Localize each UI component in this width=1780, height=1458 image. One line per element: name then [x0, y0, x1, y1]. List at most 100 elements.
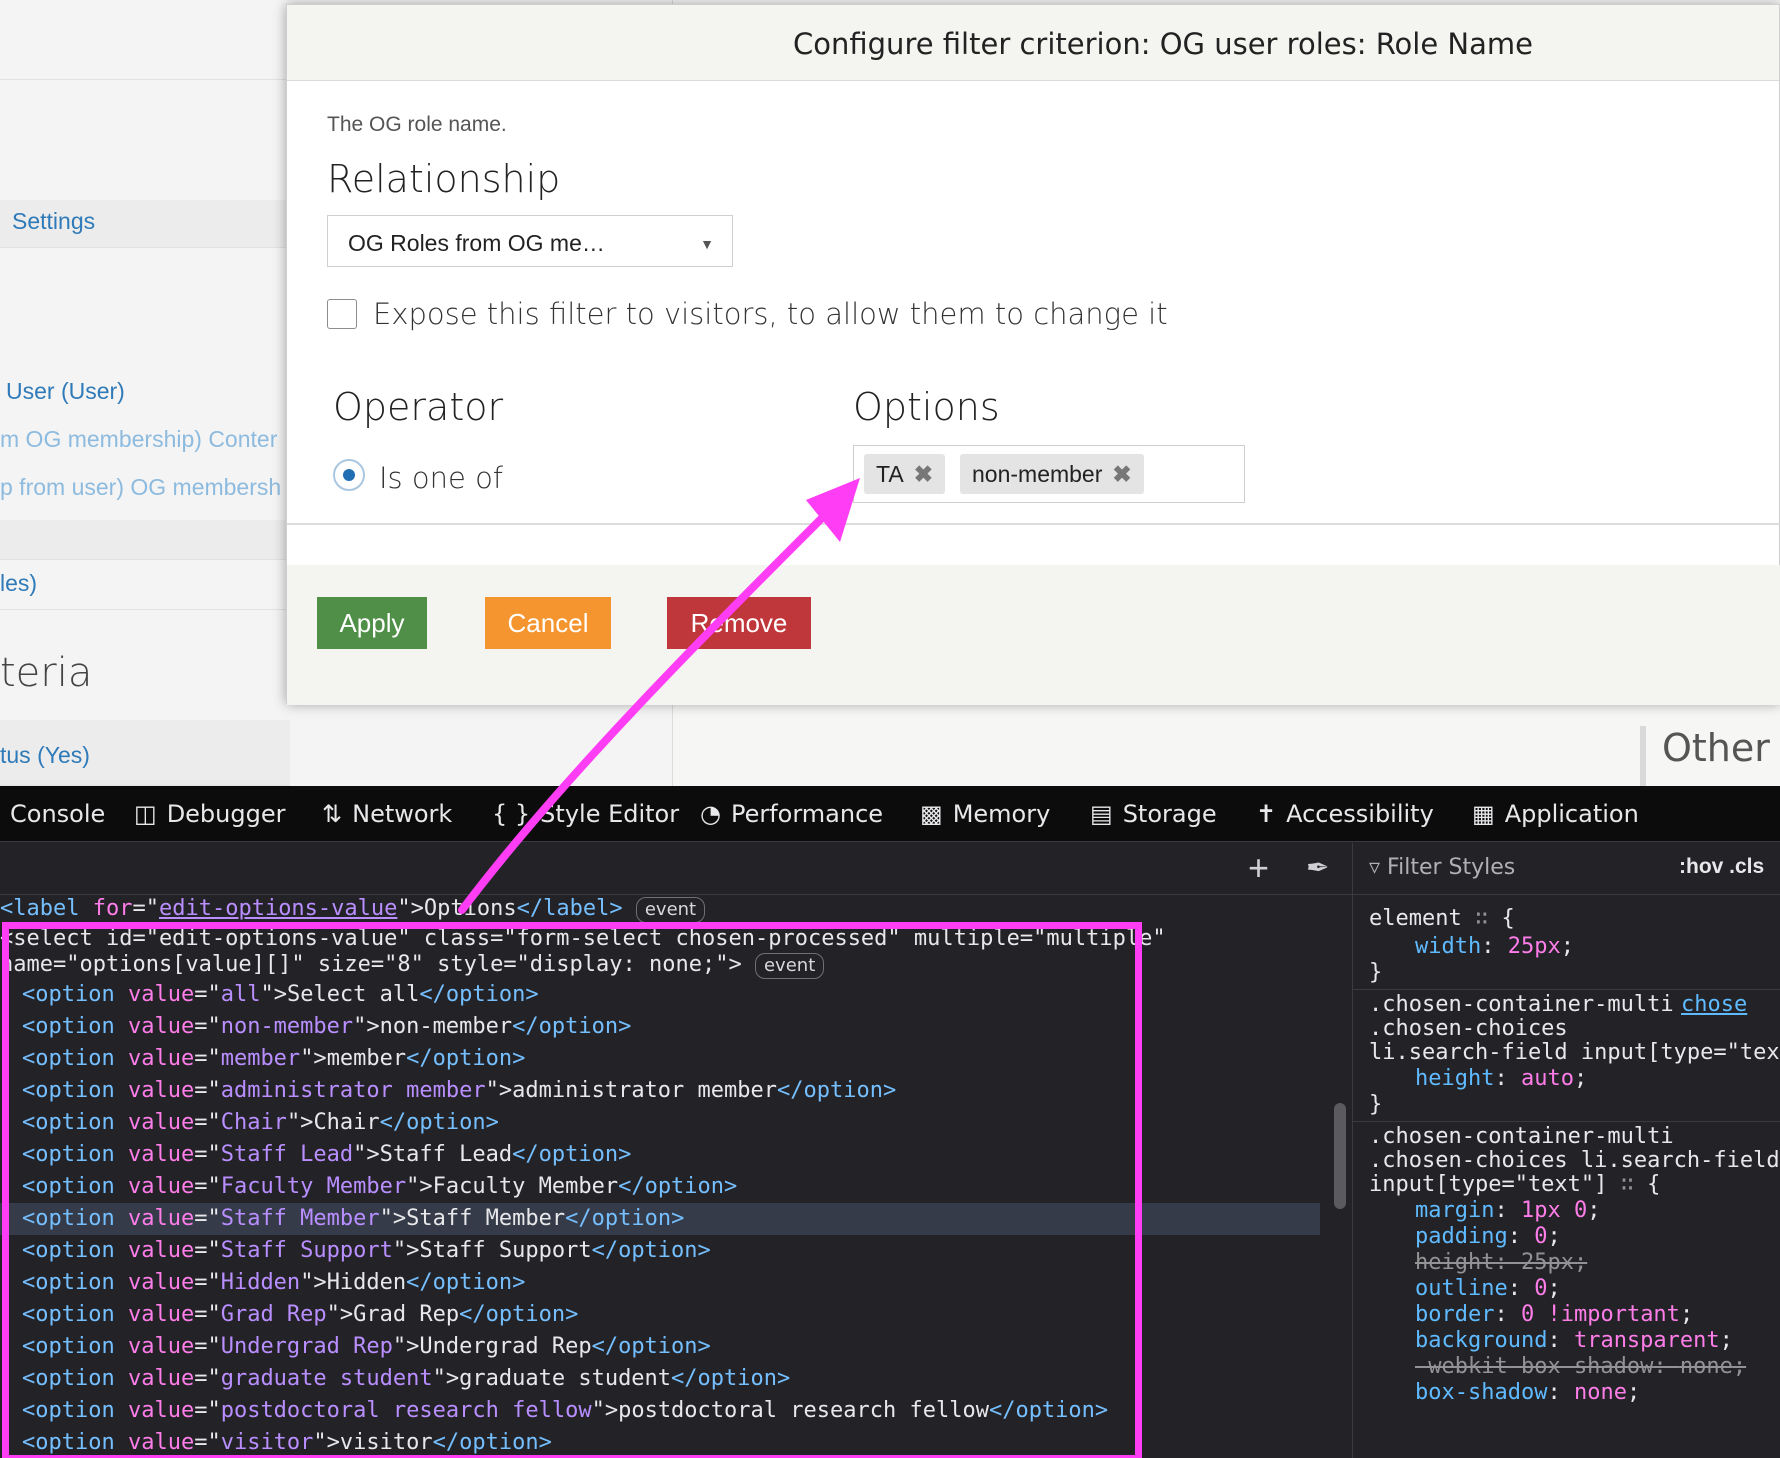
bg-link-settings[interactable]: Settings: [12, 208, 95, 235]
filter-styles-input[interactable]: ▿ Filter Styles: [1369, 855, 1515, 880]
options-multiselect[interactable]: TA ✖ non-member ✖: [853, 445, 1245, 503]
add-node-icon[interactable]: +: [1248, 847, 1269, 889]
annotation-highlight-box: [2, 922, 1142, 1458]
tab-label: Style Editor: [540, 800, 680, 828]
cancel-button[interactable]: Cancel: [485, 597, 611, 649]
style-editor-icon: { }: [492, 800, 531, 828]
rule-declaration[interactable]: box-shadow: none;: [1415, 1379, 1640, 1407]
debugger-icon: ◫: [134, 800, 157, 828]
bg-link-roles[interactable]: les): [0, 570, 37, 597]
tab-label: Debugger: [166, 800, 286, 828]
expose-filter-label[interactable]: Expose this filter to visitors, to allow…: [373, 297, 1168, 331]
tab-storage[interactable]: ▤ Storage: [1090, 786, 1217, 842]
markup-label-line[interactable]: <label for="edit-options-value">Options<…: [0, 895, 706, 923]
relationship-select[interactable]: OG Roles from OG me… ▼: [327, 215, 733, 267]
hov-cls-toggle[interactable]: :hov .cls: [1679, 855, 1764, 879]
background-row: [0, 0, 290, 80]
rule-declaration[interactable]: height: 25px;: [1415, 1249, 1587, 1277]
eyedropper-icon[interactable]: ✒: [1306, 851, 1329, 884]
options-label: Options: [853, 385, 1000, 429]
bg-link-membership[interactable]: m OG membership) Conter: [0, 426, 277, 453]
modal-title: Configure filter criterion: OG user role…: [793, 27, 1533, 61]
rule-source-link[interactable]: chose: [1681, 991, 1747, 1019]
tab-application[interactable]: ▦ Application: [1472, 786, 1639, 842]
prop-value: 1px 0: [1520, 1198, 1588, 1223]
operator-radio-label[interactable]: Is one of: [379, 461, 503, 495]
option-chip: non-member ✖: [960, 454, 1144, 494]
prop-value: transparent: [1573, 1328, 1720, 1353]
tab-label: Network: [352, 800, 453, 828]
prop-value: 0 !important: [1520, 1302, 1680, 1327]
rule-declaration[interactable]: -webkit-box-shadow: none;: [1415, 1353, 1746, 1381]
background-row: [0, 520, 290, 560]
attr-value-link[interactable]: edit-options-value: [159, 896, 397, 921]
prop-name: -webkit-box-shadow: [1415, 1354, 1654, 1379]
bg-link-user[interactable]: User (User): [6, 378, 125, 405]
tab-style-editor[interactable]: { } Style Editor: [492, 786, 679, 842]
rule-declaration[interactable]: width: 25px;: [1415, 933, 1574, 961]
tab-network[interactable]: ⇅ Network: [322, 786, 452, 842]
prop-name: height: [1415, 1066, 1495, 1091]
markup-scrollbar[interactable]: [1334, 1103, 1346, 1209]
close-icon[interactable]: ✖: [914, 461, 933, 488]
tag-close: </label>: [516, 896, 623, 921]
rule-divider: [1353, 989, 1780, 990]
tab-memory[interactable]: ▩ Memory: [920, 786, 1050, 842]
modal-header: Configure filter criterion: OG user role…: [287, 5, 1779, 81]
rules-pane: ▿ Filter Styles :hov .cls element ∷ { wi…: [1352, 843, 1780, 1458]
rule-close: }: [1369, 960, 1383, 985]
tab-performance[interactable]: ◔ Performance: [700, 786, 883, 842]
filter-config-modal: Configure filter criterion: OG user role…: [286, 4, 1780, 705]
prop-value: 25px: [1520, 1250, 1574, 1275]
rule-declaration[interactable]: border: 0 !important;: [1415, 1301, 1693, 1329]
memory-icon: ▩: [920, 800, 943, 828]
background-row: [0, 560, 290, 610]
bg-link-status[interactable]: tus (Yes): [0, 742, 90, 769]
rule-selector: li.search-field input[type="text: [1369, 1040, 1780, 1065]
remove-button[interactable]: Remove: [667, 597, 811, 649]
prop-value: 0: [1534, 1224, 1548, 1249]
selector-text: element: [1369, 906, 1462, 931]
rule-declaration[interactable]: padding: 0;: [1415, 1223, 1561, 1251]
rule-declaration[interactable]: outline: 0;: [1415, 1275, 1561, 1303]
option-chip-label: non-member: [972, 461, 1103, 487]
prop-name: outline: [1415, 1276, 1508, 1301]
expose-filter-checkbox[interactable]: [327, 299, 357, 329]
tab-label: Memory: [952, 800, 1051, 828]
filter-icon: ▿: [1369, 855, 1388, 880]
prop-value: none: [1573, 1380, 1627, 1405]
rule-declaration[interactable]: margin: 1px 0;: [1415, 1197, 1600, 1225]
filter-placeholder: Filter Styles: [1387, 855, 1516, 880]
markup-toolbar: + ✒: [0, 843, 1352, 895]
close-icon[interactable]: ✖: [1112, 461, 1131, 488]
bg-link-og-membership[interactable]: p from user) OG membersh: [0, 474, 281, 501]
network-icon: ⇅: [322, 800, 343, 828]
relationship-label: Relationship: [327, 157, 561, 201]
criteria-heading: teria: [0, 650, 93, 696]
label-text: Options: [423, 896, 517, 921]
prop-name: box-shadow: [1415, 1380, 1548, 1405]
attr-name: for: [92, 896, 133, 921]
tab-label: Accessibility: [1286, 800, 1434, 828]
operator-radio-is-one-of[interactable]: [333, 459, 365, 491]
grid-icon: ∷: [1474, 906, 1489, 931]
tab-accessibility[interactable]: ✝ Accessibility: [1256, 786, 1434, 842]
tab-console[interactable]: Console: [10, 786, 105, 842]
modal-footer: Apply Cancel Remove: [287, 565, 1780, 705]
prop-name: height: [1415, 1250, 1495, 1275]
prop-name: margin: [1415, 1198, 1495, 1223]
rule-declaration[interactable]: background: transparent;: [1415, 1327, 1733, 1355]
source-link-text: chose: [1681, 992, 1748, 1017]
tab-debugger[interactable]: ◫ Debugger: [134, 786, 285, 842]
rule-declaration[interactable]: height: auto;: [1415, 1065, 1587, 1093]
prop-name: width: [1415, 934, 1482, 959]
prop-value: 25px: [1507, 934, 1561, 959]
prop-name: padding: [1415, 1224, 1508, 1249]
tab-label: Console: [10, 800, 106, 828]
prop-value: auto: [1520, 1066, 1574, 1091]
event-badge[interactable]: event: [635, 897, 706, 923]
apply-button[interactable]: Apply: [317, 597, 427, 649]
accessibility-icon: ✝: [1256, 800, 1277, 828]
grid-icon: ∷: [1620, 1172, 1634, 1197]
performance-icon: ◔: [700, 800, 721, 828]
